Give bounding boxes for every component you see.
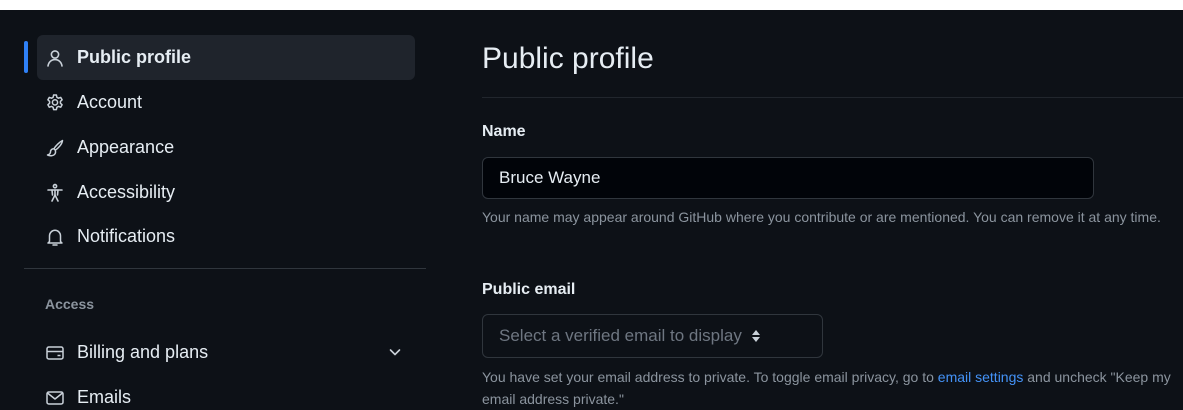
sidebar-item-emails[interactable]: Emails	[37, 375, 415, 410]
page-title: Public profile	[482, 42, 654, 75]
email-help-text: You have set your email address to priva…	[482, 366, 1172, 410]
sidebar-item-appearance[interactable]: Appearance	[37, 125, 415, 170]
sidebar-section-access: Access	[45, 296, 95, 312]
person-icon	[45, 48, 65, 68]
gear-icon	[45, 93, 65, 113]
sidebar-item-account[interactable]: Account	[37, 80, 415, 125]
mail-icon	[45, 388, 65, 408]
sidebar-item-label: Appearance	[77, 137, 175, 157]
sidebar-item-label: Public profile	[77, 47, 192, 67]
title-divider	[482, 97, 1183, 98]
email-help-text-start: You have set your email address to priva…	[482, 369, 938, 385]
name-help-text: Your name may appear around GitHub where…	[482, 209, 1161, 225]
credit-card-icon	[45, 343, 65, 363]
select-value: Select a verified email to display	[499, 326, 742, 345]
chevron-down-icon[interactable]	[387, 344, 403, 360]
active-indicator	[24, 41, 28, 73]
sidebar-item-billing[interactable]: Billing and plans	[37, 330, 415, 375]
bell-icon	[45, 227, 65, 247]
public-email-select[interactable]: Select a verified email to display	[482, 314, 823, 358]
sidebar-item-label: Emails	[77, 387, 132, 407]
sidebar-item-label: Notifications	[77, 226, 176, 246]
name-label: Name	[482, 123, 526, 140]
profile-content: Public profile Name Your name may appear…	[482, 10, 1183, 410]
public-email-label: Public email	[482, 281, 576, 298]
name-input[interactable]	[482, 157, 1094, 199]
sidebar-item-label: Billing and plans	[77, 342, 209, 362]
accessibility-icon	[45, 183, 65, 203]
paintbrush-icon	[45, 138, 65, 158]
sidebar-item-label: Account	[77, 92, 143, 112]
settings-sidebar: Public profile Account Appearance Access…	[24, 10, 426, 410]
sidebar-item-public-profile[interactable]: Public profile	[37, 35, 415, 80]
settings-page: Public profile Account Appearance Access…	[0, 10, 1183, 410]
sidebar-divider	[24, 268, 426, 269]
select-arrows-icon	[750, 328, 762, 344]
email-settings-link[interactable]: email settings	[938, 369, 1024, 385]
sidebar-item-notifications[interactable]: Notifications	[37, 214, 415, 259]
sidebar-item-accessibility[interactable]: Accessibility	[37, 170, 415, 215]
sidebar-item-label: Accessibility	[77, 182, 176, 202]
